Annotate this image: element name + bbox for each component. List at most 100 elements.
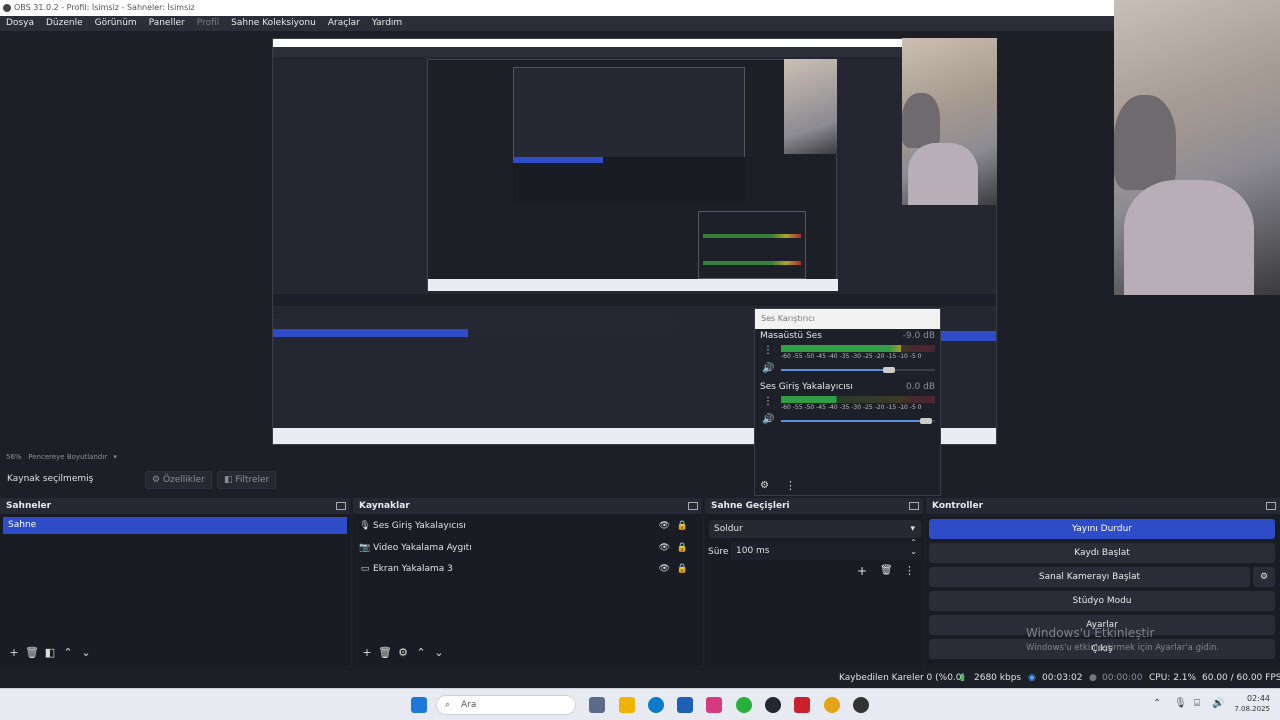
lock-icon[interactable]: 🔒 [677,516,688,536]
arrow-down-icon[interactable]: ⌄ [77,646,95,659]
activate-windows-watermark: Windows'u Etkinleştir Windows'u etkinleş… [1026,626,1276,653]
source-item[interactable]: 🎙 Ses Giriş Yakalayıcısı 👁 🔒 [359,516,696,536]
sources-dock: Kaynaklar 🎙 Ses Giriş Yakalayıcısı 👁 🔒 📷 Vi… [353,498,702,666]
menu-help[interactable]: Yardım [366,16,408,31]
gear-icon[interactable]: ⚙ [394,646,412,659]
gear-icon: ⚙ [1259,572,1269,582]
mixer-channel-mic: Ses Giriş Yakalayıcısı 0.0 dB ⋮ -60 -55 … [755,382,940,432]
zoom-level: 56% [6,453,22,461]
slider-handle[interactable] [882,367,895,373]
arrow-down-icon[interactable]: ⌄ [430,646,448,659]
menu-docks[interactable]: Paneller [143,16,191,31]
arrow-up-icon[interactable]: ⌃ [59,646,77,659]
more-icon[interactable]: ⋮ [904,564,915,577]
eye-icon[interactable]: 👁 [659,559,670,579]
more-icon[interactable]: ⋮ [763,345,773,356]
undock-icon[interactable] [1266,502,1276,510]
menu-file[interactable]: Dosya [0,16,40,31]
copilot-icon[interactable] [589,697,605,713]
whatsapp-icon[interactable] [736,697,752,713]
chevron-down-icon[interactable]: ▾ [113,453,117,461]
duration-input[interactable]: 100 ms ⌃ ⌄ [731,538,921,560]
store-icon[interactable] [677,697,693,713]
volume-slider[interactable] [781,418,935,424]
source-item[interactable]: 📷 Video Yakalama Aygıtı 👁 🔒 [359,538,696,558]
cpu-usage: CPU: 2.1% [1149,673,1197,683]
no-source-selected-label: Kaynak seçilmemiş [7,474,94,484]
gear-icon[interactable]: ⚙ [760,480,769,491]
transition-select[interactable]: Soldur ▾ [709,520,921,538]
app-icon[interactable] [853,697,869,713]
add-icon[interactable]: + [857,564,867,578]
scene-transitions-dock: Sahne Geçişleri Soldur ▾ Süre 100 ms ⌃ ⌄ + … [705,498,923,666]
undock-icon[interactable] [688,502,698,510]
undock-icon[interactable] [909,502,919,510]
add-icon[interactable]: + [358,646,376,659]
studio-mode-button[interactable]: Stüdyo Modu [929,591,1275,611]
eye-icon[interactable]: 👁 [659,538,670,558]
meter-ticks: -60 -55 -50 -45 -40 -35 -30 -25 -20 -15 … [781,353,922,360]
more-icon[interactable]: ⋮ [763,396,773,407]
menu-edit[interactable]: Düzenle [40,16,89,31]
file-explorer-icon[interactable] [619,697,635,713]
menu-scene-collection[interactable]: Sahne Koleksiyonu [225,16,322,31]
start-virtual-camera-button[interactable]: Sanal Kamerayı Başlat [929,567,1250,587]
speaker-icon[interactable]: 🔊 [1212,698,1224,709]
undock-icon[interactable] [336,502,346,510]
level-meter [781,345,935,352]
channel-db: -9.0 dB [902,331,935,341]
start-recording-button[interactable]: Kaydı Başlat [929,543,1275,563]
windows-start-icon[interactable] [411,697,427,713]
fps: 60.00 / 60.00 FPS [1202,673,1280,683]
scene-item[interactable]: Sahne [3,517,347,534]
chrome-icon[interactable] [824,697,840,713]
mail-icon[interactable] [794,697,810,713]
webcam-preview-large [1114,0,1280,295]
clock-date[interactable]: 7.08.2025 [1228,705,1270,713]
dropped-frames: Kaybedilen Kareler 0 (%0.0) [839,673,966,683]
menu-tools[interactable]: Araçlar [322,16,366,31]
menu-view[interactable]: Görünüm [89,16,143,31]
volume-slider[interactable] [781,367,935,373]
scenes-dock: Sahneler Sahne + 🗑 ◧ ⌃ ⌄ [0,498,350,666]
taskbar-search[interactable]: ⌕ Ara [436,695,576,715]
source-item[interactable]: ▭ Ekran Yakalama 3 👁 🔒 [359,559,696,579]
level-meter [781,396,935,403]
audio-mixer-title: Ses Karıştırıcı [755,309,940,329]
webcam-preview-small [902,38,997,205]
properties-button[interactable]: ⚙ Özellikler [145,471,212,489]
edge-icon[interactable] [648,697,664,713]
trash-icon[interactable]: 🗑 [880,565,893,576]
instagram-icon[interactable] [706,697,722,713]
microphone-icon[interactable]: 🎙 [1174,698,1187,709]
clock-time[interactable]: 02:44 [1236,694,1270,703]
resize-to-window-dropdown[interactable]: Pencereye Boyutlandır [28,453,107,461]
virtual-camera-settings-button[interactable]: ⚙ [1253,567,1275,587]
filter-icon[interactable]: ◧ [41,646,59,659]
menu-bar: Dosya Düzenle Görünüm Paneller Profil Sahne K… [0,16,1114,31]
watermark-title: Windows'u Etkinleştir [1026,626,1155,640]
signal-icon: ▮ [960,673,965,683]
slider-handle[interactable] [919,418,932,424]
menu-profile[interactable]: Profil [191,16,225,31]
add-icon[interactable]: + [5,646,23,659]
filters-button[interactable]: ◧ Filtreler [217,471,277,489]
stepper-icon[interactable]: ⌃ ⌄ [910,538,917,556]
speaker-icon[interactable]: 🔊 [762,414,774,425]
stream-time: 00:03:02 [1042,673,1083,683]
obs-icon[interactable] [765,697,781,713]
stop-streaming-button[interactable]: Yayını Durdur [929,519,1275,539]
record-icon: ● [1089,673,1097,683]
lock-icon[interactable]: 🔒 [677,538,688,558]
lock-icon[interactable]: 🔒 [677,559,688,579]
speaker-icon[interactable]: 🔊 [762,363,774,374]
obs-logo-icon [3,4,11,12]
trash-icon[interactable]: 🗑 [376,646,394,659]
eye-icon[interactable]: 👁 [659,516,670,536]
chevron-up-icon[interactable]: ⌃ [1153,698,1161,709]
arrow-up-icon[interactable]: ⌃ [412,646,430,659]
trash-icon[interactable]: 🗑 [23,646,41,659]
network-icon[interactable]: ⌸ [1194,698,1200,709]
more-icon[interactable]: ⋮ [785,479,796,492]
chevron-down-icon: ▾ [910,524,915,534]
